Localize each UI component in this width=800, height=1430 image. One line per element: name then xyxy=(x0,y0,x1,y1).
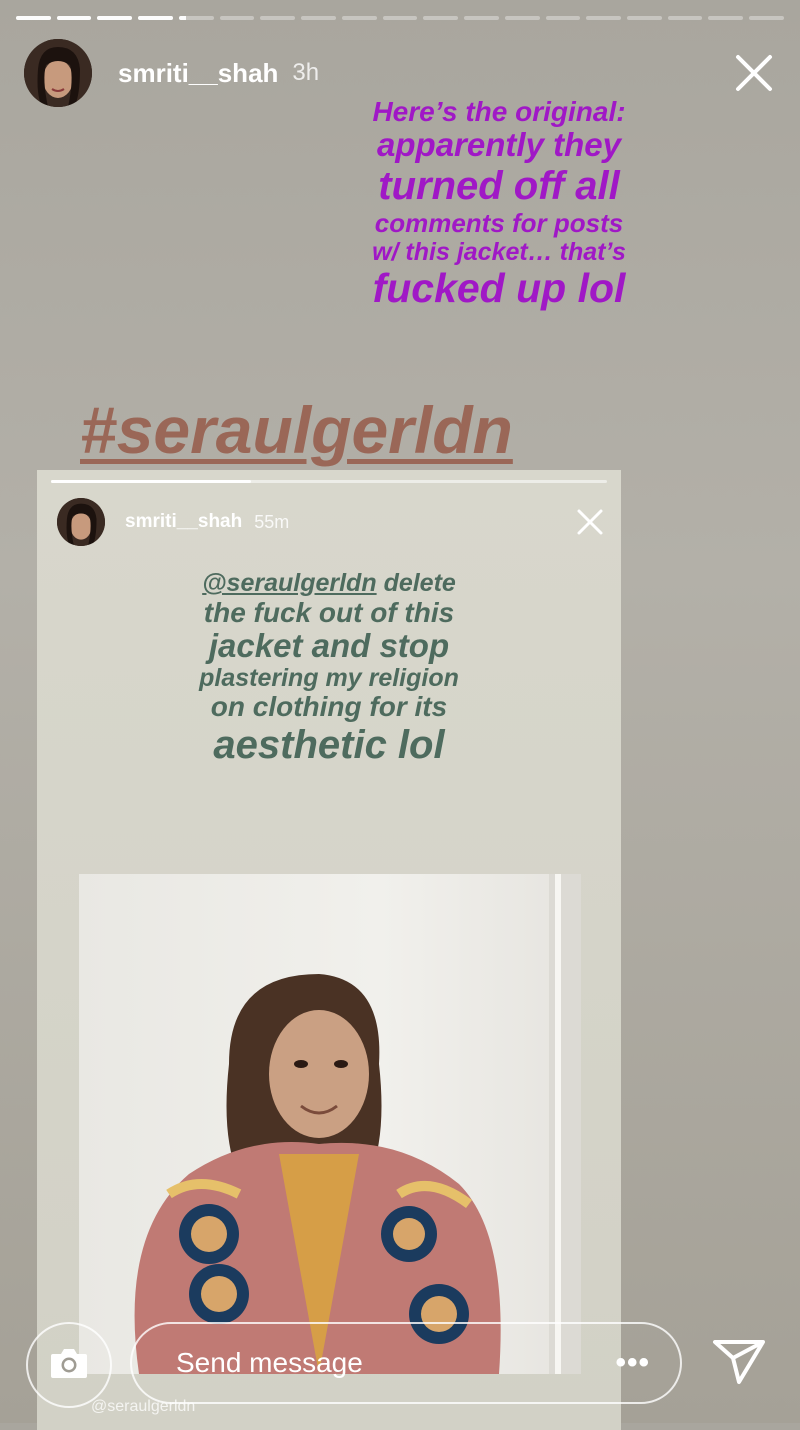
caption-line: @seraulgerldn delete xyxy=(37,569,621,598)
progress-segment xyxy=(586,16,622,20)
embedded-progress-bar xyxy=(51,480,607,483)
embedded-avatar xyxy=(57,498,105,546)
progress-segment xyxy=(667,16,703,20)
progress-segment xyxy=(260,16,296,20)
progress-segment xyxy=(178,16,214,20)
caption-line: comments for posts xyxy=(374,208,624,239)
caption-line: fucked up lol xyxy=(372,265,626,312)
caption-line: apparently they xyxy=(377,126,621,164)
progress-segment xyxy=(138,16,173,20)
progress-segment xyxy=(382,16,418,20)
jacket-photo xyxy=(79,874,581,1374)
avatar[interactable] xyxy=(24,39,92,107)
embedded-story-header: smriti__shah 55m xyxy=(57,496,605,548)
embedded-time: 55m xyxy=(254,511,290,532)
progress-segment xyxy=(423,16,459,20)
progress-segment xyxy=(749,16,784,20)
camera-button[interactable] xyxy=(26,1322,112,1408)
caption-line: on clothing for its xyxy=(210,691,448,723)
progress-segment xyxy=(301,16,336,20)
embedded-caption: @seraulgerldn delete the fuck out of thi… xyxy=(37,569,621,767)
progress-segment xyxy=(464,16,499,20)
progress-segment xyxy=(16,16,51,20)
hashtag-sticker[interactable]: #seraulgerldn xyxy=(80,392,513,468)
progress-segment xyxy=(627,16,662,20)
caption-line: the fuck out of this xyxy=(203,596,455,628)
send-icon[interactable] xyxy=(712,1338,766,1386)
caption-line: Here’s the original: xyxy=(372,96,626,127)
caption-line: w/ this jacket… that’s xyxy=(372,238,626,267)
camera-icon xyxy=(49,1346,89,1385)
caption-line: jacket and stop xyxy=(208,627,450,665)
mention-link[interactable]: @seraulgerldn xyxy=(202,569,376,597)
story-username[interactable]: smriti__shah xyxy=(118,58,278,89)
close-icon xyxy=(575,507,605,537)
progress-segment xyxy=(97,16,133,20)
progress-segment xyxy=(219,16,255,20)
caption-line-rest: delete xyxy=(383,569,456,597)
send-message-field[interactable]: ••• xyxy=(130,1322,682,1404)
story-time: 3h xyxy=(292,59,320,86)
caption-line: aesthetic lol xyxy=(213,722,445,767)
caption-line: turned off all xyxy=(378,164,620,209)
progress-segment xyxy=(504,16,540,20)
progress-segment xyxy=(341,16,377,20)
message-input[interactable] xyxy=(174,1346,616,1380)
embedded-username: smriti__shah xyxy=(125,511,243,532)
story-progress-bar xyxy=(16,16,784,20)
progress-segment xyxy=(56,16,92,20)
caption-line: plastering my religion xyxy=(199,663,459,692)
close-icon[interactable] xyxy=(732,51,776,95)
embedded-story[interactable]: smriti__shah 55m @seraulgerldn delete th… xyxy=(37,470,621,1430)
progress-segment xyxy=(545,16,581,20)
story-caption: Here’s the original: apparently they tur… xyxy=(334,96,664,312)
progress-segment xyxy=(708,16,744,20)
more-dots-icon[interactable]: ••• xyxy=(615,1346,650,1380)
